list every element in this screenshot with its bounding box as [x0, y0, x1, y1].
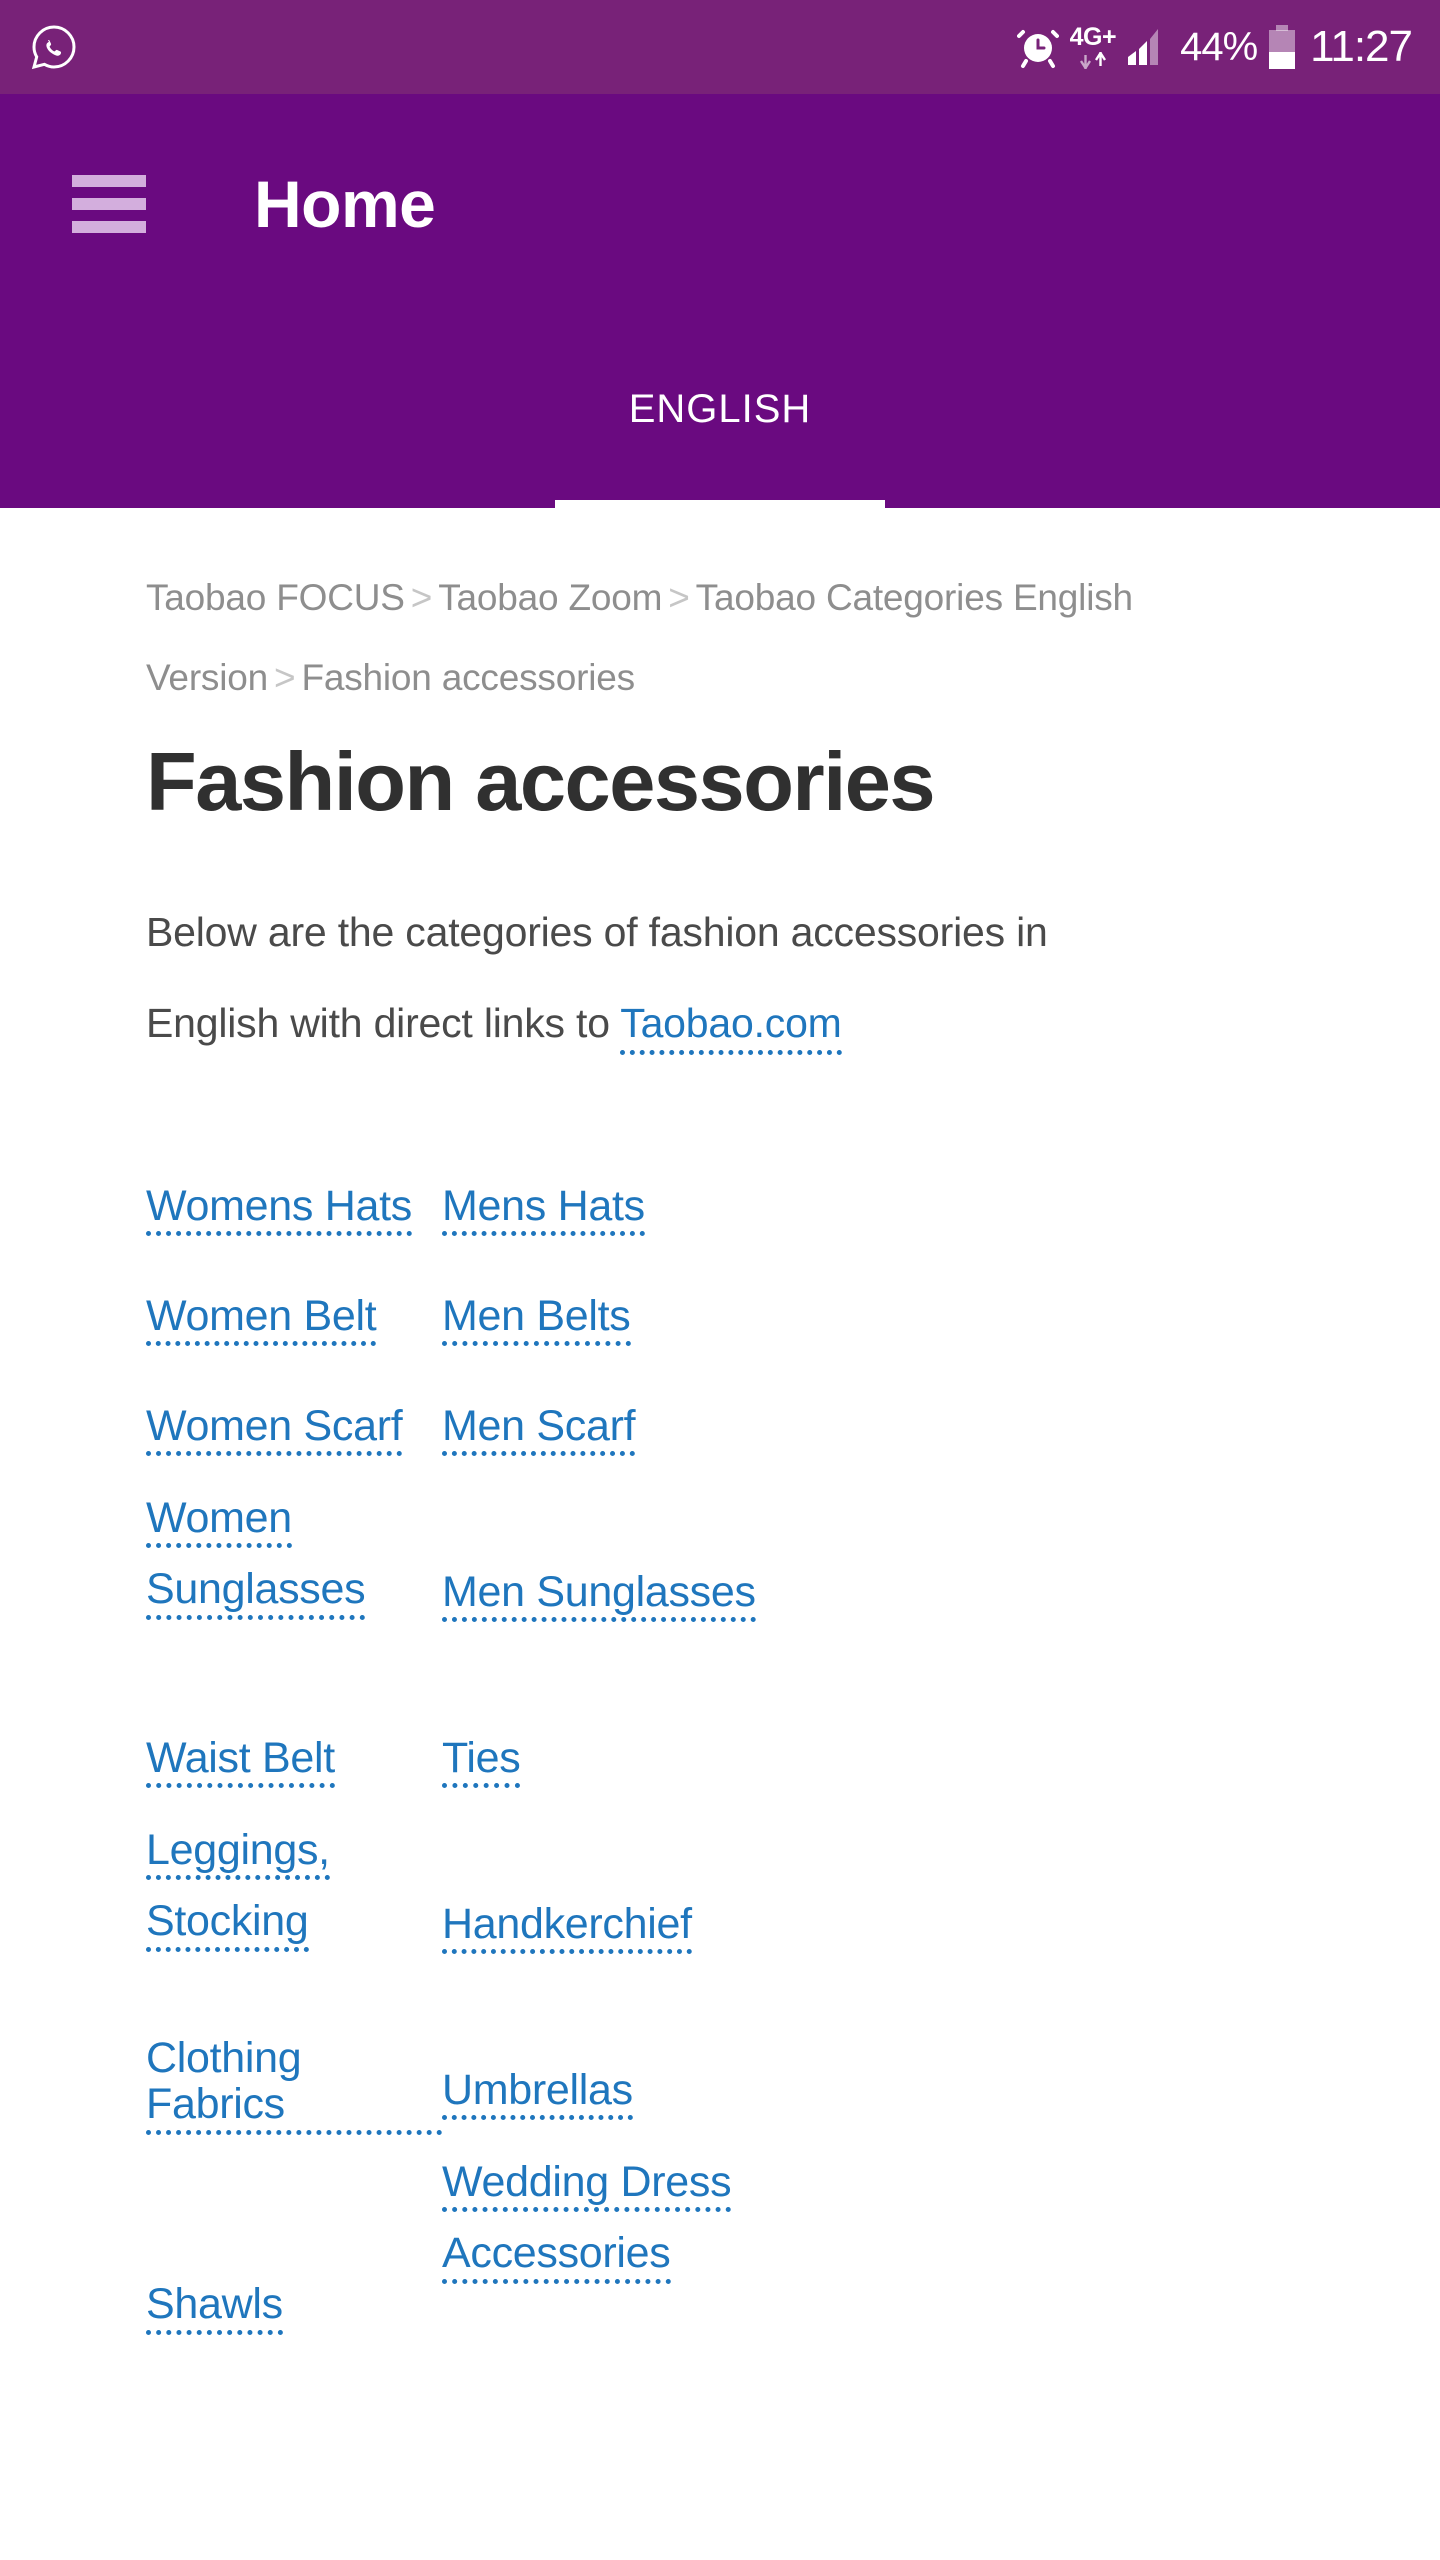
alarm-clock-icon — [1016, 25, 1059, 69]
category-link-ties[interactable]: Ties — [442, 1703, 521, 1813]
category-link-women-sunglasses[interactable]: Women Sunglasses — [146, 1494, 366, 1620]
page-title: Home — [254, 167, 436, 241]
list-item: Women Sunglasses — [146, 1481, 442, 1703]
category-link-handkerchief[interactable]: Handkerchief — [442, 1869, 692, 1979]
tab-english-label: ENGLISH — [628, 387, 812, 431]
category-link-clothing-fabrics[interactable]: Clothing Fabrics — [146, 2034, 442, 2159]
list-item: Waist Belt — [146, 1703, 442, 1813]
list-item: Leggings, Stocking — [146, 1813, 442, 2035]
list-item: Men Scarf — [442, 1371, 1294, 1481]
category-link-label: Umbrellas — [442, 2066, 633, 2121]
breadcrumb-item-2[interactable]: Taobao Zoom — [438, 577, 662, 618]
category-link-label: Wedding Dress — [442, 2158, 732, 2213]
battery-icon — [1269, 25, 1296, 69]
category-link-label: Sunglasses — [146, 1566, 366, 1620]
category-link-womens-hats[interactable]: Womens Hats — [146, 1151, 412, 1261]
list-item: Mens Hats — [442, 1151, 1294, 1261]
hamburger-menu-icon[interactable] — [72, 175, 146, 233]
category-link-label: Stocking — [146, 1898, 309, 1952]
intro-paragraph: Below are the categories of fashion acce… — [146, 887, 1146, 1069]
app-header: Home ENGLISH — [0, 94, 1440, 508]
app-header-top-row: Home — [0, 94, 1440, 314]
category-link-men-scarf[interactable]: Men Scarf — [442, 1371, 636, 1481]
breadcrumb-item-1[interactable]: Taobao FOCUS — [146, 577, 405, 618]
category-link-umbrellas[interactable]: Umbrellas — [442, 2035, 633, 2145]
page-content: Taobao FOCUS > Taobao Zoom > Taobao Categori… — [0, 508, 1440, 2382]
breadcrumb-separator: > — [668, 577, 690, 618]
category-column-left: Womens Hats Women Belt Women Scarf Women… — [146, 1151, 442, 2381]
category-link-mens-hats[interactable]: Mens Hats — [442, 1151, 645, 1261]
status-bar: 4G+ 44% 11:27 — [0, 0, 1440, 94]
category-link-label: Shawls — [146, 2281, 283, 2335]
category-column-right: Mens Hats Men Belts Men Scarf Men Sungla… — [442, 1151, 1294, 2381]
main-heading: Fashion accessories — [146, 735, 936, 828]
list-item: Women Scarf — [146, 1371, 442, 1481]
taobao-com-link[interactable]: Taobao.com — [620, 999, 842, 1055]
clock-label: 11:27 — [1310, 22, 1413, 71]
category-link-label: Handkerchief — [442, 1900, 692, 1955]
category-link-label: Womens Hats — [146, 1182, 412, 1237]
category-link-label: Mens Hats — [442, 1182, 645, 1237]
category-link-shawls[interactable]: Shawls — [146, 2249, 283, 2359]
category-link-waist-belt[interactable]: Waist Belt — [146, 1703, 335, 1813]
category-link-women-scarf[interactable]: Women Scarf — [146, 1371, 403, 1481]
category-link-label: Men Scarf — [442, 1402, 636, 1457]
category-link-label: Waist Belt — [146, 1734, 335, 1789]
category-link-label: Women — [146, 1494, 292, 1549]
category-link-label: Ties — [442, 1734, 521, 1789]
category-link-leggings-stocking[interactable]: Leggings, Stocking — [146, 1826, 330, 1952]
intro-text: Below are the categories of fashion acce… — [146, 908, 1048, 1046]
category-link-label: Leggings, — [146, 1826, 330, 1881]
tab-bar: ENGLISH — [0, 314, 1440, 508]
category-link-wedding-dress-accessories[interactable]: Wedding Dress Accessories — [442, 2158, 732, 2284]
breadcrumb-item-4: Fashion accessories — [301, 657, 635, 698]
list-item: Umbrellas — [442, 2035, 1294, 2145]
data-transfer-arrows-icon — [1079, 52, 1107, 69]
tab-active-indicator — [555, 500, 885, 508]
signal-bars-icon — [1125, 25, 1169, 69]
list-item: Ties — [442, 1703, 1294, 1813]
category-link-label: Men Belts — [442, 1292, 631, 1347]
tab-english[interactable]: ENGLISH — [555, 314, 885, 508]
breadcrumb-separator: > — [274, 657, 296, 698]
list-item: Wedding Dress Accessories — [442, 2145, 1294, 2367]
mobile-screen: 4G+ 44% 11:27 Home ENGLISH Taobao FOCUS … — [0, 0, 1440, 2560]
status-bar-right: 4G+ 44% 11:27 — [1016, 22, 1413, 71]
category-link-men-sunglasses[interactable]: Men Sunglasses — [442, 1537, 756, 1647]
category-link-grid: Womens Hats Women Belt Women Scarf Women… — [146, 1151, 1294, 2381]
category-link-label: Clothing Fabrics — [146, 2034, 442, 2135]
list-item: Handkerchief — [442, 1813, 1294, 2035]
category-link-men-belts[interactable]: Men Belts — [442, 1261, 631, 1371]
list-item: Shawls — [146, 2159, 442, 2381]
category-link-label: Men Sunglasses — [442, 1568, 756, 1623]
breadcrumb: Taobao FOCUS > Taobao Zoom > Taobao Categori… — [146, 558, 1294, 718]
category-link-label: Women Scarf — [146, 1402, 403, 1457]
network-type-label: 4G+ — [1069, 23, 1117, 51]
list-item: Men Belts — [442, 1261, 1294, 1371]
status-bar-left — [30, 23, 78, 71]
category-link-label: Accessories — [442, 2230, 671, 2284]
category-link-women-belt[interactable]: Women Belt — [146, 1261, 377, 1371]
category-link-label: Women Belt — [146, 1292, 377, 1347]
list-item: Womens Hats — [146, 1151, 442, 1261]
network-type-indicator: 4G+ — [1069, 23, 1117, 69]
battery-percent-label: 44% — [1180, 25, 1258, 69]
list-item: Women Belt — [146, 1261, 442, 1371]
breadcrumb-separator: > — [410, 577, 433, 618]
list-item: Clothing Fabrics — [146, 2034, 442, 2159]
whatsapp-icon — [30, 23, 78, 71]
list-item: Men Sunglasses — [442, 1481, 1294, 1703]
